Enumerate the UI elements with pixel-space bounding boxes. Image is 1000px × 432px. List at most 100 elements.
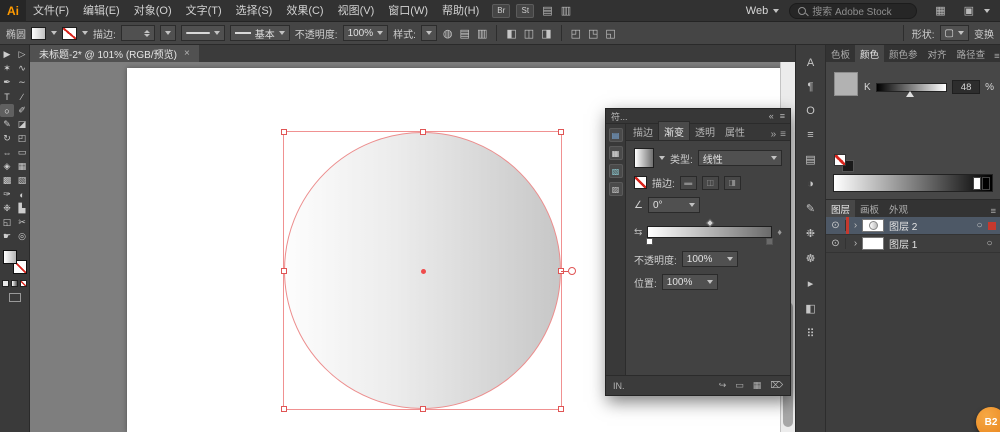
fill-color-swatch[interactable] (31, 26, 46, 40)
tab-overflow-icon[interactable]: » (771, 129, 777, 140)
symbols-mini-icon[interactable]: ▧ (608, 164, 623, 178)
grayscale-spectrum[interactable] (833, 174, 993, 192)
tab-swatches[interactable]: 色板 (826, 45, 855, 62)
width-tool[interactable]: ⇔ (0, 146, 14, 159)
free-transform-tool[interactable]: ▭ (15, 146, 29, 159)
reverse-gradient-icon[interactable]: ⇆ (634, 227, 642, 238)
stroke-weight-dropdown[interactable] (159, 25, 176, 41)
align-top-icon[interactable]: ◰ (570, 27, 582, 40)
k-slider[interactable] (875, 82, 948, 97)
preferences-icon[interactable]: ▥ (476, 27, 488, 40)
stepper-arrows-icon[interactable] (143, 29, 150, 37)
none-mode-button[interactable] (20, 280, 27, 287)
tab-transparency[interactable]: 透明 (690, 122, 720, 140)
menu-help[interactable]: 帮助(H) (435, 0, 486, 22)
grid-icon[interactable]: ▦ (753, 380, 762, 391)
stroke-color-swatch[interactable] (62, 26, 77, 40)
angle-dropdown[interactable]: 0° (647, 197, 700, 213)
rotate-tool[interactable]: ↻ (0, 132, 14, 145)
paragraph-panel-icon[interactable]: ¶ (808, 81, 814, 93)
menu-edit[interactable]: 编辑(E) (76, 0, 127, 22)
variable-width-profile-dropdown[interactable] (180, 25, 225, 41)
document-setup-icon[interactable]: ◍ (442, 27, 454, 40)
slice-tool[interactable]: ✂ (15, 216, 29, 229)
shape-properties-dropdown[interactable]: ▢ (939, 25, 969, 41)
flip-icon[interactable]: ↪ (719, 380, 727, 391)
collapse-icon[interactable]: « (769, 111, 774, 121)
gradient-mode-button[interactable] (11, 280, 18, 287)
document-tab[interactable]: 未标题-2* @ 101% (RGB/预览) × (30, 45, 199, 62)
stock-badge[interactable]: St (516, 3, 535, 18)
tab-appearance[interactable]: 外观 (884, 200, 913, 217)
center-point[interactable] (420, 268, 426, 274)
layer-row[interactable]: ⊙ › 图层 1 ○ (826, 235, 1000, 253)
trash-icon[interactable]: ⌦ (770, 380, 783, 391)
grid-view-icon[interactable]: ▥ (561, 4, 571, 17)
scale-tool[interactable]: ◰ (15, 132, 29, 145)
appearance-panel-icon[interactable]: ≡ (807, 129, 813, 141)
menu-file[interactable]: 文件(F) (26, 0, 76, 22)
gradient-stop-end[interactable] (766, 238, 774, 245)
layer-thumbnail[interactable] (862, 219, 884, 232)
bridge-badge[interactable]: Br (492, 3, 511, 18)
chevron-down-icon[interactable] (82, 31, 88, 35)
screen-mode-button[interactable] (8, 293, 21, 302)
gradient-opacity-dropdown[interactable]: 100% (681, 251, 738, 267)
transform-link[interactable]: 变换 (974, 26, 994, 41)
color-guide-panel-icon[interactable]: ◑ (807, 178, 814, 190)
current-color-swatch[interactable] (834, 72, 858, 96)
notification-badge[interactable]: B2 (976, 407, 1000, 432)
chevron-down-icon[interactable] (984, 8, 990, 13)
gradient-slider[interactable] (646, 218, 774, 245)
paintbrush-tool[interactable]: ✐ (15, 104, 29, 117)
line-segment-tool[interactable]: ∕ (15, 90, 29, 103)
align-center-icon[interactable]: ◫ (523, 27, 535, 40)
fill-none-swatch[interactable] (834, 154, 846, 166)
target-circle-icon[interactable]: ○ (973, 220, 986, 231)
graphic-styles-mini-icon[interactable]: ▨ (608, 182, 623, 196)
selection-handle[interactable] (558, 406, 564, 412)
eraser-tool[interactable]: ◪ (15, 118, 29, 131)
perspective-grid-tool[interactable]: ▦ (15, 160, 29, 173)
panels-icon[interactable]: ▣ (964, 4, 974, 17)
zoom-tool[interactable]: ◎ (15, 230, 29, 243)
type-tool[interactable]: T (0, 90, 14, 103)
curvature-tool[interactable]: ∼ (15, 76, 29, 89)
location-dropdown[interactable]: 100% (661, 274, 718, 290)
tab-align[interactable]: 对齐 (923, 45, 952, 62)
align-left-icon[interactable]: ◧ (505, 27, 517, 40)
selection-handle[interactable] (281, 129, 287, 135)
column-graph-tool[interactable]: ▙ (15, 202, 29, 215)
align-right-icon[interactable]: ◨ (540, 27, 552, 40)
arrange-documents-icon[interactable]: ▤ (542, 4, 552, 17)
gradient-tool[interactable]: ▧ (15, 174, 29, 187)
align-middle-icon[interactable]: ◳ (587, 27, 599, 40)
direct-selection-tool[interactable]: ▷ (15, 48, 29, 61)
tab-pathfinder[interactable]: 路径查 (952, 45, 991, 62)
k-value-input[interactable]: 48 (952, 80, 981, 94)
brushes-mini-icon[interactable]: ▦ (608, 146, 623, 160)
brush-definition-dropdown[interactable]: 基本 (229, 25, 290, 41)
color-mode-button[interactable] (2, 280, 9, 287)
lasso-tool[interactable]: ∿ (15, 62, 29, 75)
ellipse-tool[interactable]: ○ (0, 104, 14, 117)
brushes-panel-icon[interactable]: ✎ (806, 202, 815, 215)
stroke-weight-input[interactable] (120, 25, 155, 41)
menu-select[interactable]: 选择(S) (229, 0, 280, 22)
symbols-panel-icon[interactable]: ❉ (806, 227, 815, 240)
magic-wand-tool[interactable]: ✶ (0, 62, 14, 75)
links-panel-icon[interactable]: ◧ (805, 302, 815, 315)
tab-layers[interactable]: 图层 (826, 200, 856, 217)
k-slider-handle[interactable] (905, 90, 914, 97)
layer-row[interactable]: ⊙ › 图层 2 ○ (826, 217, 1000, 235)
hand-tool[interactable]: ☛ (0, 230, 14, 243)
panel-menu-icon[interactable]: ≡ (986, 206, 1000, 217)
chevron-down-icon[interactable] (51, 31, 57, 35)
layer-thumbnail[interactable] (862, 237, 884, 250)
pencil-tool[interactable]: ✎ (0, 118, 14, 131)
layer-name[interactable]: 图层 1 (889, 236, 983, 251)
transform-panel-icon[interactable]: ⠿ (806, 327, 814, 340)
droplet-icon[interactable]: ♦ (777, 227, 782, 237)
shape-builder-tool[interactable]: ◈ (0, 160, 14, 173)
selection-tool[interactable]: ▶ (0, 48, 14, 61)
